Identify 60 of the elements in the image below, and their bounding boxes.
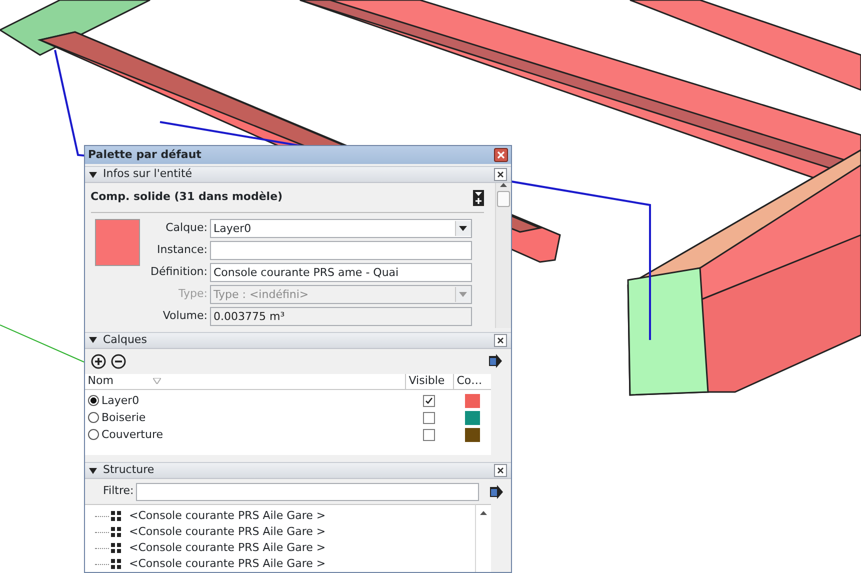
- entity-heading: Comp. solide (31 dans modèle): [90, 189, 283, 206]
- toggle-details-icon[interactable]: [472, 190, 484, 206]
- field-label: Instance:: [156, 242, 208, 258]
- collapse-triangle-icon[interactable]: [89, 466, 97, 475]
- close-button[interactable]: [494, 334, 507, 347]
- field-label: Définition:: [150, 264, 208, 280]
- layer-color-swatch[interactable]: [464, 428, 480, 442]
- component-icon: [111, 527, 121, 537]
- column-header[interactable]: Nom: [85, 374, 405, 389]
- component-icon: [111, 543, 121, 553]
- layer-name: Couverture: [102, 426, 164, 443]
- filter-label: Filtre:: [103, 483, 134, 500]
- field-label: Calque:: [164, 220, 208, 236]
- scrollbar[interactable]: [475, 504, 491, 572]
- close-icon: [497, 336, 504, 344]
- collapse-triangle-icon[interactable]: [89, 170, 97, 179]
- details-menu-icon[interactable]: [489, 484, 503, 499]
- radio-button[interactable]: [88, 429, 99, 440]
- close-button[interactable]: [494, 168, 507, 182]
- close-button[interactable]: [494, 148, 508, 162]
- material-swatch[interactable]: [94, 218, 140, 266]
- collapse-triangle-icon[interactable]: [89, 336, 97, 344]
- column-header[interactable]: Visible: [405, 374, 453, 389]
- dropdown-field[interactable]: Layer0: [210, 218, 472, 238]
- add-icon[interactable]: [90, 354, 106, 369]
- close-icon: [497, 151, 505, 160]
- dropdown-arrow-icon: [459, 226, 467, 231]
- close-icon: [497, 467, 504, 474]
- dropdown-arrow-icon: [459, 292, 467, 297]
- column-header[interactable]: Co…: [453, 374, 491, 389]
- input-field[interactable]: [210, 240, 472, 260]
- radio-button[interactable]: [88, 395, 99, 406]
- checkmark-icon: [425, 397, 433, 404]
- close-button[interactable]: [494, 464, 507, 478]
- scrollbar[interactable]: [495, 183, 511, 328]
- close-icon: [497, 171, 504, 178]
- layer-color-swatch[interactable]: [464, 394, 480, 408]
- checkbox[interactable]: [423, 412, 435, 424]
- details-menu-icon[interactable]: [488, 354, 502, 368]
- scroll-up-icon: [480, 510, 487, 515]
- input-field[interactable]: Console courante PRS ame - Quai: [210, 262, 472, 282]
- checkbox[interactable]: [423, 394, 435, 407]
- tree-item[interactable]: <Console courante PRS Aile Gare >: [129, 524, 326, 540]
- layer-color-swatch[interactable]: [464, 410, 480, 425]
- checkbox[interactable]: [423, 428, 435, 441]
- remove-icon[interactable]: [111, 354, 126, 369]
- scroll-thumb[interactable]: [497, 191, 510, 208]
- tree-item[interactable]: <Console courante PRS Aile Gare >: [129, 556, 326, 572]
- component-icon: [111, 559, 121, 569]
- tree-item[interactable]: <Console courante PRS Aile Gare >: [129, 508, 326, 524]
- input-field[interactable]: 0.003775 m³: [210, 306, 472, 326]
- filter-field[interactable]: [136, 482, 479, 501]
- component-icon: [111, 511, 121, 521]
- tree-item[interactable]: <Console courante PRS Aile Gare >: [129, 540, 326, 556]
- layer-name: Layer0: [102, 392, 140, 409]
- layer-name: Boiserie: [102, 410, 146, 426]
- field-label: Volume:: [162, 308, 208, 324]
- radio-button[interactable]: [88, 412, 99, 424]
- field-label: Type:: [178, 286, 208, 302]
- window-title: Palette par défaut: [88, 146, 202, 163]
